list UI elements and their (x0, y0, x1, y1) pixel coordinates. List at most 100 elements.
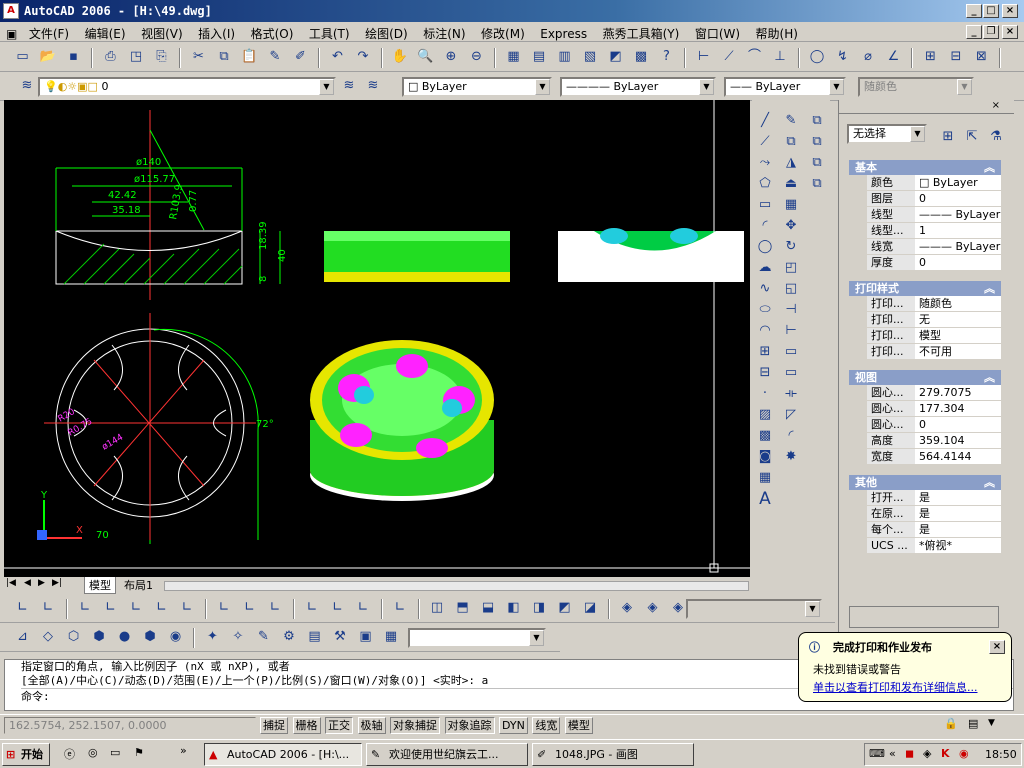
ucs-world-icon[interactable]: ∟ (75, 598, 95, 618)
maximize-button[interactable]: □ (983, 4, 999, 18)
section-header-general[interactable]: 基本 ︽ (849, 160, 1001, 175)
ucs-origin-icon[interactable]: ∟ (214, 598, 234, 618)
drawing-viewport[interactable]: ø140 ø115.77 42.42 35.18 R103.9 0.77 18.… (4, 100, 750, 577)
dim-jogged-icon[interactable]: ↯ (833, 47, 853, 67)
color-select[interactable]: □ ByLayer ▼ (402, 77, 552, 97)
region-icon[interactable]: ◙ (754, 447, 776, 467)
revcloud-icon[interactable]: ☁ (754, 258, 776, 278)
join-icon[interactable]: ⟛ (780, 384, 802, 404)
right-view-icon[interactable]: ◨ (529, 598, 549, 618)
tab-first-icon[interactable]: |◀ (6, 578, 16, 588)
circle-icon[interactable]: ◯ (754, 237, 776, 257)
start-button[interactable]: ⊞ 开始 (2, 743, 50, 766)
express-tool-2-icon[interactable]: ✧ (228, 627, 248, 647)
express-tool-4-icon[interactable]: ⚙ (279, 627, 299, 647)
redo-icon[interactable]: ↷ (353, 47, 373, 67)
tab-last-icon[interactable]: ▶| (52, 578, 62, 588)
property-row[interactable]: 圆心... 279.7075 (849, 385, 1001, 401)
ucs-icon-1[interactable]: ∟ (13, 598, 33, 618)
menu-express[interactable]: Express (534, 24, 593, 44)
task-browser[interactable]: ✎ 欢迎使用世纪旗云工... (366, 743, 528, 766)
trim-icon[interactable]: ⊣ (780, 300, 802, 320)
flat-shaded-icon[interactable]: ⬢ (89, 627, 109, 647)
preview-icon[interactable]: ◳ (126, 47, 146, 67)
ellipse-arc-icon[interactable]: ◠ (754, 321, 776, 341)
ucs-face-icon[interactable]: ∟ (126, 598, 146, 618)
dim-baseline-icon[interactable]: ⊟ (946, 47, 966, 67)
erase-icon[interactable]: ✎ (780, 111, 802, 131)
mirror-icon[interactable]: ◮ (780, 153, 802, 173)
property-row[interactable]: 打印... 随颜色 (849, 296, 1001, 312)
bring-front-icon[interactable]: ⧉ (806, 111, 828, 131)
tab-model[interactable]: 模型 (84, 577, 116, 594)
gradient-icon[interactable]: ▩ (754, 426, 776, 446)
block-editor-icon[interactable]: ✐ (291, 47, 311, 67)
gouraud-shaded-icon[interactable]: ● (115, 627, 135, 647)
property-row[interactable]: UCS ... *俯视* (849, 538, 1001, 554)
ucs-icon-2[interactable]: ∟ (38, 598, 58, 618)
property-row[interactable]: 每个... 是 (849, 522, 1001, 538)
menu-yanxiu[interactable]: 燕秀工具箱(Y) (597, 22, 686, 45)
tab-prev-icon[interactable]: ◀ (24, 578, 31, 588)
zoom-previous-icon[interactable]: ⊖ (467, 47, 487, 67)
quicklaunch-4-icon[interactable]: ⚑ (134, 746, 144, 759)
ucs-previous-icon[interactable]: ∟ (101, 598, 121, 618)
ucs-y-icon[interactable]: ∟ (328, 598, 348, 618)
plotstyle-select[interactable]: 随颜色 ▼ (858, 77, 974, 97)
properties-icon[interactable]: ▦ (504, 47, 524, 67)
left-view-icon[interactable]: ◧ (504, 598, 524, 618)
menu-view[interactable]: 视图(V) (135, 22, 189, 45)
zoom-realtime-icon[interactable]: 🔍 (416, 47, 436, 67)
property-row[interactable]: 线型 ——— ByLayer (849, 207, 1001, 223)
grid-toggle[interactable]: 栅格 (292, 717, 321, 734)
fillet-icon[interactable]: ◜ (780, 426, 802, 446)
back-view-icon[interactable]: ◪ (580, 598, 600, 618)
tray-app-2-icon[interactable]: ◈ (923, 747, 931, 760)
tray-app-3-icon[interactable]: K (941, 747, 950, 760)
tab-layout1[interactable]: 布局1 (120, 577, 157, 593)
ucs-3point-icon[interactable]: ∟ (265, 598, 285, 618)
task-paint[interactable]: ✐ 1048.JPG - 画图 (532, 743, 694, 766)
gouraud-edges-icon[interactable]: ◉ (166, 627, 186, 647)
chamfer-icon[interactable]: ◸ (780, 405, 802, 425)
pan-icon[interactable]: ✋ (390, 47, 410, 67)
tool-palettes-icon[interactable]: ▥ (555, 47, 575, 67)
status-menu-icon[interactable]: ▼ (988, 718, 995, 728)
undo-icon[interactable]: ↶ (328, 47, 348, 67)
horizontal-scrollbar[interactable] (164, 581, 749, 591)
insert-block-icon[interactable]: ⊞ (754, 342, 776, 362)
point-icon[interactable]: · (754, 384, 776, 404)
express-tool-5-icon[interactable]: ▤ (305, 627, 325, 647)
tray-app-1-icon[interactable]: ◼ (905, 747, 914, 760)
menu-modify[interactable]: 修改(M) (475, 22, 531, 45)
scale-icon[interactable]: ◰ (780, 258, 802, 278)
express-tool-8-icon[interactable]: ▦ (381, 627, 401, 647)
express-tool-6-icon[interactable]: ⚒ (330, 627, 350, 647)
lock-icon[interactable]: 🔒 (944, 717, 958, 730)
flat-edges-icon[interactable]: ⬢ (140, 627, 160, 647)
hatch-icon[interactable]: ▨ (754, 405, 776, 425)
mtext-icon[interactable]: A (754, 489, 776, 509)
front-view-icon[interactable]: ◩ (555, 598, 575, 618)
property-row[interactable]: 图层 0 (849, 191, 1001, 207)
copy-object-icon[interactable]: ⧉ (780, 132, 802, 152)
section-header-misc[interactable]: 其他 ︽ (849, 475, 1001, 490)
menu-tools[interactable]: 工具(T) (303, 22, 356, 45)
express-tool-7-icon[interactable]: ▣ (356, 627, 376, 647)
close-icon[interactable]: × (992, 100, 1000, 111)
doc-icon[interactable]: ▣ (0, 24, 19, 44)
toggle-pickadd-icon[interactable]: ⊞ (938, 127, 958, 147)
linetype-select[interactable]: ———— ByLayer ▼ (560, 77, 716, 97)
ucs-object-icon[interactable]: ∟ (152, 598, 172, 618)
dyn-toggle[interactable]: DYN (499, 717, 528, 734)
lineweight-toggle[interactable]: 线宽 (532, 717, 561, 734)
menu-draw[interactable]: 绘图(D) (359, 22, 414, 45)
ortho-toggle[interactable]: 正交 (325, 717, 353, 734)
markup-icon[interactable]: ◩ (606, 47, 626, 67)
layer-select[interactable]: 💡◐☼▣□ 0 ▼ (38, 77, 336, 97)
property-row[interactable]: 圆心... 177.304 (849, 401, 1001, 417)
polygon-icon[interactable]: ⬠ (754, 174, 776, 194)
dim-aligned-icon[interactable]: ⟋ (719, 47, 739, 67)
make-current-layer-icon[interactable]: ≋ (339, 76, 359, 96)
offset-icon[interactable]: ⏏ (780, 174, 802, 194)
